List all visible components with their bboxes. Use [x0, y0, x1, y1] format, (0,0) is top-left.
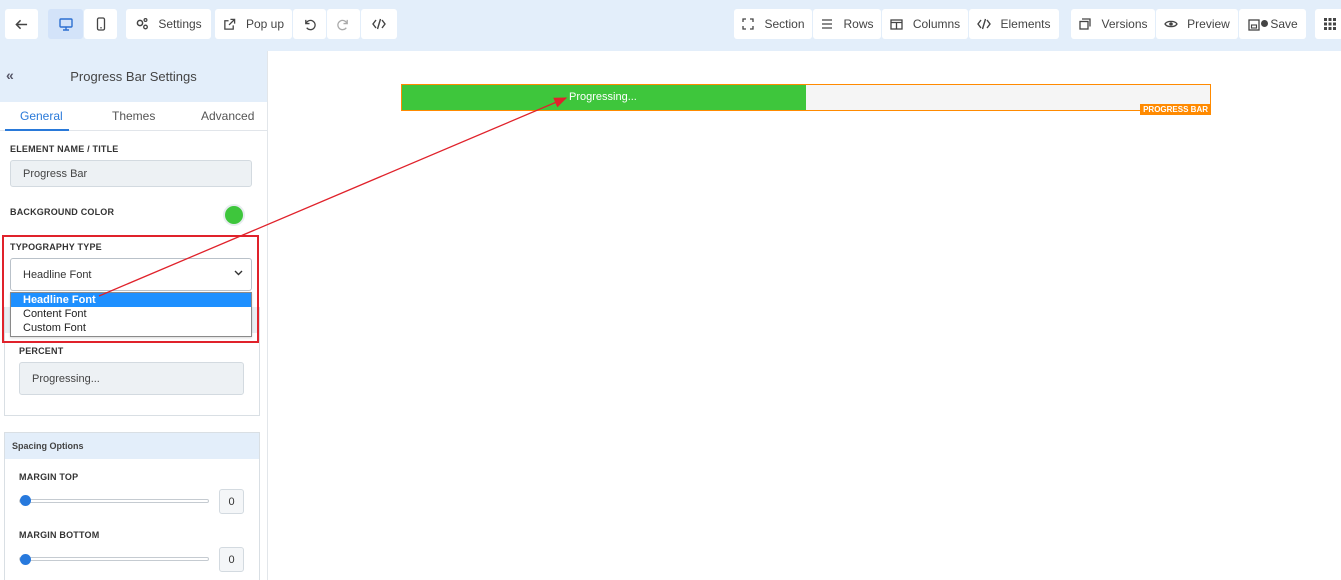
spacing-options-panel: Spacing Options MARGIN TOP 0 MARGIN BOTT…	[4, 432, 260, 580]
unsaved-indicator-icon	[1261, 20, 1269, 27]
eye-icon	[1164, 17, 1178, 31]
preview-button[interactable]: Preview	[1156, 9, 1238, 39]
top-toolbar: Settings Pop up Section Rows Columns Ele…	[0, 0, 1341, 51]
versions-button[interactable]: Versions	[1071, 9, 1155, 39]
elements-button[interactable]: Elements	[969, 9, 1059, 39]
popup-button[interactable]: Pop up	[215, 9, 292, 39]
columns-button[interactable]: Columns	[882, 9, 968, 39]
settings-label: Settings	[158, 17, 202, 31]
sidebar-tabs: General Themes Advanced	[0, 102, 267, 131]
code-icon	[372, 17, 386, 31]
tab-general[interactable]: General	[20, 109, 63, 123]
save-button[interactable]: Save	[1239, 9, 1306, 39]
element-name-label: ELEMENT NAME / TITLE	[10, 144, 119, 154]
preview-label: Preview	[1187, 17, 1230, 31]
expand-icon	[741, 17, 755, 31]
undo-button[interactable]	[293, 9, 326, 39]
active-tab-indicator	[5, 129, 69, 131]
margin-top-label: MARGIN TOP	[19, 472, 79, 482]
tab-advanced[interactable]: Advanced	[201, 109, 254, 123]
undo-icon	[303, 17, 317, 31]
back-button[interactable]	[5, 9, 38, 39]
margin-bottom-value[interactable]: 0	[219, 547, 244, 572]
save-icon	[1247, 17, 1269, 31]
desktop-icon	[58, 17, 73, 31]
rows-label: Rows	[843, 17, 874, 31]
redo-button[interactable]	[327, 9, 360, 39]
settings-sidebar: « Progress Bar Settings General Themes A…	[0, 51, 268, 580]
margin-bottom-slider[interactable]	[19, 557, 209, 561]
mobile-view-button[interactable]	[84, 9, 117, 39]
margin-bottom-slider-handle[interactable]	[20, 554, 31, 565]
collapse-sidebar-icon[interactable]: «	[6, 67, 14, 83]
section-label: Section	[764, 17, 805, 31]
spacing-options-title: Spacing Options	[5, 433, 259, 459]
sidebar-title: Progress Bar Settings	[70, 69, 197, 84]
element-name-input[interactable]: Progress Bar	[10, 160, 252, 187]
versions-label: Versions	[1101, 17, 1148, 31]
margin-top-slider-handle[interactable]	[20, 495, 31, 506]
background-color-swatch[interactable]	[223, 204, 245, 226]
redo-icon	[337, 17, 351, 31]
progress-bar-text: Progressing...	[569, 91, 637, 103]
margin-top-slider[interactable]	[19, 499, 209, 503]
columns-icon	[890, 17, 904, 31]
code-icon	[977, 17, 992, 31]
editor-canvas: Progressing... PROGRESS BAR	[268, 51, 1341, 580]
sidebar-header: « Progress Bar Settings	[0, 51, 267, 102]
apps-menu-button[interactable]	[1315, 9, 1341, 39]
rows-icon	[820, 17, 834, 31]
save-label: Save	[1270, 17, 1298, 31]
popup-label: Pop up	[245, 17, 285, 31]
typography-highlight-annotation	[2, 235, 259, 343]
elements-label: Elements	[1000, 17, 1051, 31]
percent-input[interactable]: Progressing...	[19, 362, 244, 395]
progress-bar-badge: PROGRESS BAR	[1140, 104, 1211, 115]
rows-button[interactable]: Rows	[813, 9, 881, 39]
columns-label: Columns	[912, 17, 961, 31]
versions-icon	[1078, 17, 1092, 31]
background-color-label: BACKGROUND COLOR	[10, 207, 115, 217]
external-link-icon	[223, 17, 237, 31]
margin-bottom-label: MARGIN BOTTOM	[19, 530, 100, 540]
tab-themes[interactable]: Themes	[112, 109, 155, 123]
margin-top-value[interactable]: 0	[219, 489, 244, 514]
grid-icon	[1323, 17, 1337, 31]
mobile-icon	[94, 17, 108, 31]
settings-button[interactable]: Settings	[126, 9, 211, 39]
section-button[interactable]: Section	[734, 9, 812, 39]
code-button[interactable]	[361, 9, 397, 39]
arrow-left-icon	[15, 17, 29, 31]
progress-bar-element[interactable]: Progressing... PROGRESS BAR	[401, 84, 1211, 115]
percent-label: PERCENT	[19, 346, 64, 356]
desktop-view-button[interactable]	[48, 9, 83, 39]
gears-icon	[135, 17, 149, 31]
